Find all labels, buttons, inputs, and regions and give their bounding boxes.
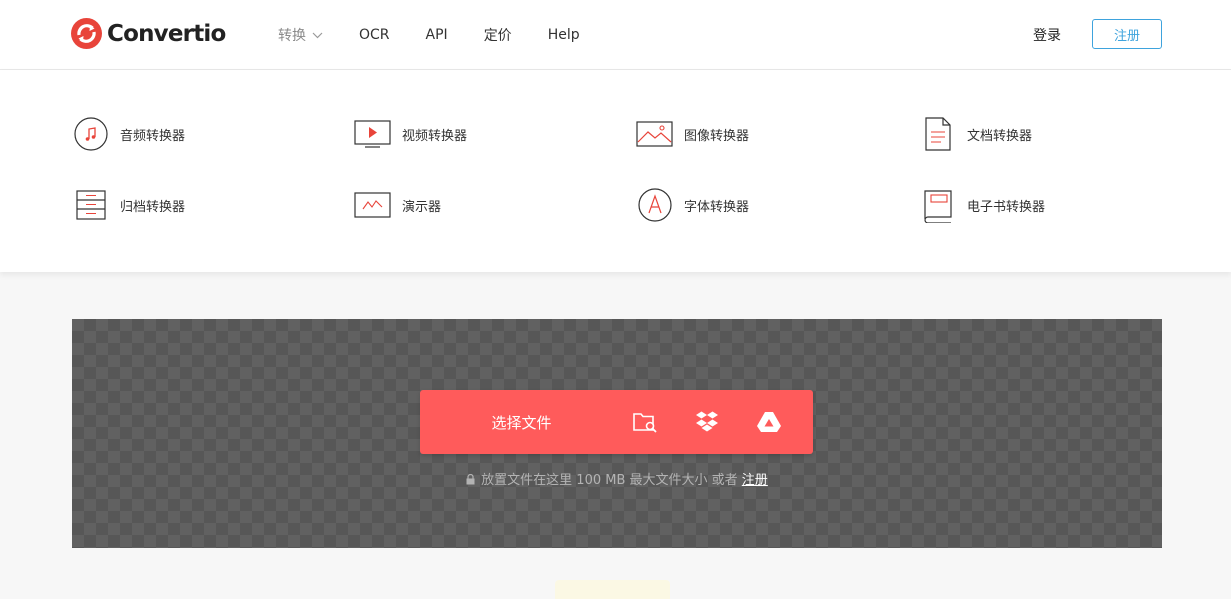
choose-files-button[interactable]: 选择文件: [420, 390, 623, 454]
choose-files-bar: 选择文件: [420, 390, 813, 454]
dropbox-icon[interactable]: [694, 410, 720, 434]
converter-presentation[interactable]: 演示器: [353, 185, 441, 225]
document-icon: [918, 114, 958, 154]
lock-icon: [466, 473, 475, 489]
presentation-icon: [353, 185, 393, 225]
nav-ocr[interactable]: OCR: [359, 27, 390, 43]
converter-presentation-label: 演示器: [402, 199, 442, 215]
converter-font[interactable]: 字体转换器: [635, 185, 749, 225]
folder-search-icon[interactable]: [632, 410, 658, 434]
music-note-icon: [71, 114, 111, 154]
converter-image[interactable]: 图像转换器: [635, 114, 749, 154]
nav-convert[interactable]: 转换: [278, 25, 323, 45]
converter-archive[interactable]: 归档转换器: [71, 185, 185, 225]
video-play-icon: [353, 114, 393, 154]
login-link[interactable]: 登录: [1033, 25, 1061, 45]
convertio-logo[interactable]: Convertio: [71, 18, 226, 49]
drop-hint: 放置文件在这里 100 MB 最大文件大小 或者 注册: [72, 469, 1162, 489]
ebook-icon: [918, 185, 958, 225]
archive-icon: [71, 185, 111, 225]
converter-video-label: 视频转换器: [402, 128, 468, 144]
converter-document[interactable]: 文档转换器: [918, 114, 1032, 154]
nav-pricing[interactable]: 定价: [484, 25, 512, 45]
converter-audio[interactable]: 音频转换器: [71, 114, 185, 154]
nav-api[interactable]: API: [426, 27, 448, 43]
bottom-banner-peek: [555, 580, 670, 599]
converter-audio-label: 音频转换器: [120, 128, 186, 144]
converter-dropdown: 音频转换器 视频转换器 图像转换器 文档转换器 归档转换器 演示器 字体转换器 …: [0, 70, 1231, 272]
nav-help[interactable]: Help: [548, 27, 580, 43]
converter-font-label: 字体转换器: [684, 199, 750, 215]
converter-ebook-label: 电子书转换器: [967, 199, 1046, 215]
logo-icon: [71, 18, 102, 49]
chevron-down-icon: [312, 27, 323, 43]
file-drop-zone[interactable]: 选择文件 放置文件在这里 100 MB 最大文件大小 或者 注册: [72, 319, 1162, 548]
nav-convert-label: 转换: [278, 28, 306, 44]
drop-hint-text: 放置文件在这里 100 MB 最大文件大小 或者: [481, 473, 738, 488]
converter-video[interactable]: 视频转换器: [353, 114, 467, 154]
signup-link[interactable]: 注册: [742, 473, 768, 488]
brand-name: Convertio: [107, 20, 226, 47]
image-icon: [635, 114, 675, 154]
converter-ebook[interactable]: 电子书转换器: [918, 185, 1045, 225]
converter-document-label: 文档转换器: [967, 128, 1033, 144]
font-icon: [635, 185, 675, 225]
converter-image-label: 图像转换器: [684, 128, 750, 144]
google-drive-icon[interactable]: [756, 410, 782, 434]
converter-archive-label: 归档转换器: [120, 199, 186, 215]
signup-button[interactable]: 注册: [1092, 19, 1162, 49]
top-navbar: Convertio 转换 OCR API 定价 Help 登录 注册: [0, 0, 1231, 70]
main-nav: 转换 OCR API 定价 Help: [278, 0, 616, 70]
